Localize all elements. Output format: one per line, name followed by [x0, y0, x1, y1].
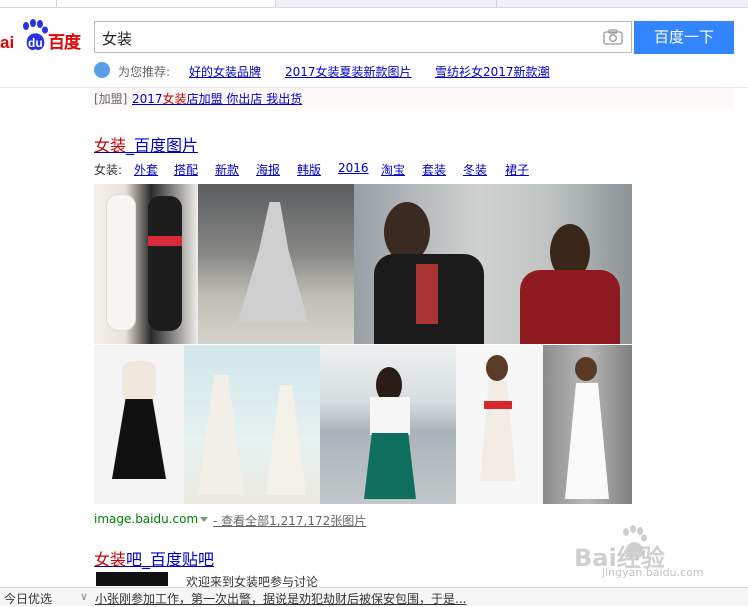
baidu-logo[interactable]: ai du 百度	[0, 18, 86, 58]
svg-text:du: du	[28, 36, 43, 50]
category-link[interactable]: 套装	[422, 161, 446, 178]
image-thumbnail[interactable]	[456, 345, 543, 504]
category-link[interactable]: 搭配	[174, 161, 198, 178]
ad-link[interactable]: 2017女装店加盟 你出店 我出货	[132, 90, 302, 107]
image-thumbnail[interactable]	[354, 184, 632, 344]
browser-tab-strip	[0, 0, 748, 8]
category-link[interactable]: 裙子	[505, 161, 529, 178]
search-input[interactable]: 女装	[94, 21, 632, 53]
suggestion-link[interactable]: 雪纺衫女2017新款潮	[435, 63, 550, 80]
suggestion-link[interactable]: 2017女装夏装新款图片	[285, 63, 412, 80]
category-link[interactable]: 韩版	[297, 161, 321, 178]
news-headline-link[interactable]: 小张刚参加工作，第一次出警，据说是劝犯劫财后被保安包围，于是...	[95, 590, 466, 607]
svg-text:ai: ai	[0, 33, 14, 52]
result-title-images[interactable]: 女装_百度图片	[94, 132, 198, 156]
browser-tab-active[interactable]	[56, 0, 276, 7]
image-thumbnail[interactable]	[543, 345, 632, 504]
news-bar: 今日优选 ∨ 小张刚参加工作，第一次出警，据说是劝犯劫财后被保安包围，于是...	[0, 587, 748, 606]
image-thumbnail[interactable]	[184, 345, 320, 504]
watermark-url: jingyan.baidu.com	[602, 566, 704, 579]
category-label: 女装:	[94, 163, 123, 177]
title-keyword: 女装	[94, 136, 127, 155]
category-link[interactable]: 外套	[134, 161, 158, 178]
ad-prefix: 2017	[132, 92, 163, 106]
result-source-url: image.baidu.com	[94, 512, 199, 526]
baidu-jingyan-watermark: Bai经验 jingyan.baidu.com	[560, 522, 710, 580]
logo-text: 百度	[48, 33, 81, 53]
ad-bar: [加盟] 2017女装店加盟 你出店 我出货	[88, 88, 734, 108]
title-keyword: 女装	[94, 550, 127, 569]
ad-rest: 店加盟 你出店 我出货	[186, 92, 303, 106]
browser-tab[interactable]	[280, 0, 497, 7]
search-query-text: 女装	[102, 30, 133, 48]
image-thumbnail[interactable]	[94, 345, 184, 504]
browser-tab[interactable]	[500, 0, 748, 7]
result-title-tieba[interactable]: 女装吧_百度贴吧	[94, 546, 214, 570]
view-all-link[interactable]: - 查看全部1,217,172张图片	[213, 512, 366, 529]
category-link[interactable]: 2016	[338, 161, 369, 175]
image-thumbnail[interactable]	[320, 345, 456, 504]
title-rest: _百度图片	[126, 136, 199, 155]
search-button[interactable]: 百度一下	[634, 21, 734, 54]
result-thumbnail[interactable]	[96, 572, 168, 586]
camera-icon[interactable]	[603, 29, 623, 45]
image-thumbnail[interactable]	[198, 184, 354, 344]
image-thumbnail[interactable]	[94, 184, 198, 344]
news-label: 今日优选	[4, 592, 53, 606]
category-link[interactable]: 新款	[215, 161, 239, 178]
category-link[interactable]: 海报	[256, 161, 280, 178]
chevron-down-icon[interactable]: ∨	[80, 590, 88, 603]
ad-keyword: 女装	[162, 92, 187, 106]
suggestion-link[interactable]: 好的女装品牌	[189, 63, 261, 80]
dropdown-arrow-icon[interactable]	[200, 517, 208, 522]
paw-icon	[94, 62, 110, 78]
category-link[interactable]: 淘宝	[381, 161, 405, 178]
suggestion-label: 为您推荐:	[118, 65, 171, 79]
category-link[interactable]: 冬装	[463, 161, 487, 178]
ad-tag: [加盟]	[94, 92, 128, 106]
title-rest: 吧_百度贴吧	[126, 550, 215, 569]
browser-tab[interactable]	[0, 0, 57, 7]
